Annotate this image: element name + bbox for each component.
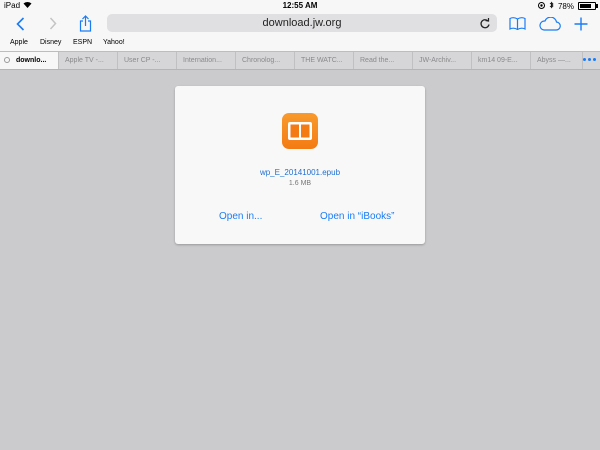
status-right: 78%: [537, 1, 598, 11]
more-tabs-icon[interactable]: [583, 58, 596, 61]
back-button[interactable]: [12, 12, 28, 35]
battery-fill: [580, 4, 591, 8]
tab-label: Read the...: [360, 57, 395, 64]
share-button[interactable]: [76, 12, 94, 35]
tab-user-cp[interactable]: User CP -...: [118, 52, 177, 69]
battery-icon: [578, 2, 598, 10]
tab-label: Chronolog...: [242, 57, 281, 64]
tab-apple-tv[interactable]: Apple TV -...: [59, 52, 118, 69]
bookmark-apple[interactable]: Apple: [10, 39, 28, 46]
battery-percent: 78%: [557, 1, 574, 11]
rotation-lock-icon: [537, 1, 545, 11]
tab-download[interactable]: downlo...: [0, 52, 59, 69]
plus-icon: [574, 17, 588, 30]
new-tab-button[interactable]: [573, 12, 589, 35]
bookmarks-bar: Apple Disney ESPN Yahoo!: [0, 35, 600, 51]
forward-button[interactable]: [46, 12, 60, 35]
share-icon: [79, 15, 91, 32]
tab-label: JW-Archiv...: [419, 57, 457, 64]
close-tab-icon[interactable]: [4, 57, 10, 63]
open-in-button[interactable]: Open in...: [219, 211, 262, 222]
open-in-ibooks-button[interactable]: Open in “iBooks”: [320, 211, 394, 222]
bluetooth-icon: [549, 1, 554, 11]
bookmarks-button[interactable]: [508, 12, 526, 35]
tab-label: Abyss —...: [537, 57, 571, 64]
file-name: wp_E_20141001.epub: [259, 168, 341, 177]
download-card: wp_E_20141001.epub 1.6 MB Open in... Ope…: [175, 86, 425, 244]
tab-read-the[interactable]: Read the...: [354, 52, 413, 69]
tab-abyss[interactable]: Abyss —...: [531, 52, 583, 69]
tab-label: User CP -...: [124, 57, 161, 64]
tab-label: Apple TV -...: [65, 57, 104, 64]
tab-chronolog[interactable]: Chronolog...: [236, 52, 295, 69]
bookmark-yahoo[interactable]: Yahoo!: [103, 39, 125, 46]
reload-button[interactable]: [480, 17, 490, 35]
open-book-icon: [508, 17, 526, 30]
chevron-left-icon: [15, 16, 24, 31]
address-text: download.jw.org: [262, 17, 342, 29]
bookmark-espn[interactable]: ESPN: [73, 39, 92, 46]
tab-watchtower[interactable]: THE WATC...: [295, 52, 354, 69]
reload-icon: [480, 18, 490, 29]
tab-km14[interactable]: km14 09-E...: [472, 52, 531, 69]
tab-bar: downlo... Apple TV -... User CP -... Int…: [0, 51, 600, 70]
address-bar[interactable]: download.jw.org: [107, 14, 497, 32]
tab-label: THE WATC...: [301, 57, 343, 64]
tab-international[interactable]: Internation...: [177, 52, 236, 69]
browser-toolbar: download.jw.org: [0, 12, 600, 35]
status-time: 12:55 AM: [282, 1, 318, 10]
tab-label: Internation...: [183, 57, 222, 64]
ibooks-icon: [282, 113, 318, 149]
chevron-right-icon: [49, 17, 57, 30]
tab-label: downlo...: [16, 57, 47, 64]
status-bar: iPad 12:55 AM 78%: [0, 0, 600, 12]
file-size: 1.6 MB: [288, 180, 312, 187]
icloud-tabs-button[interactable]: [538, 12, 562, 35]
tab-label: km14 09-E...: [478, 57, 518, 64]
tab-jw-archive[interactable]: JW-Archiv...: [413, 52, 472, 69]
bookmark-disney[interactable]: Disney: [40, 39, 61, 46]
cloud-icon: [539, 16, 561, 31]
